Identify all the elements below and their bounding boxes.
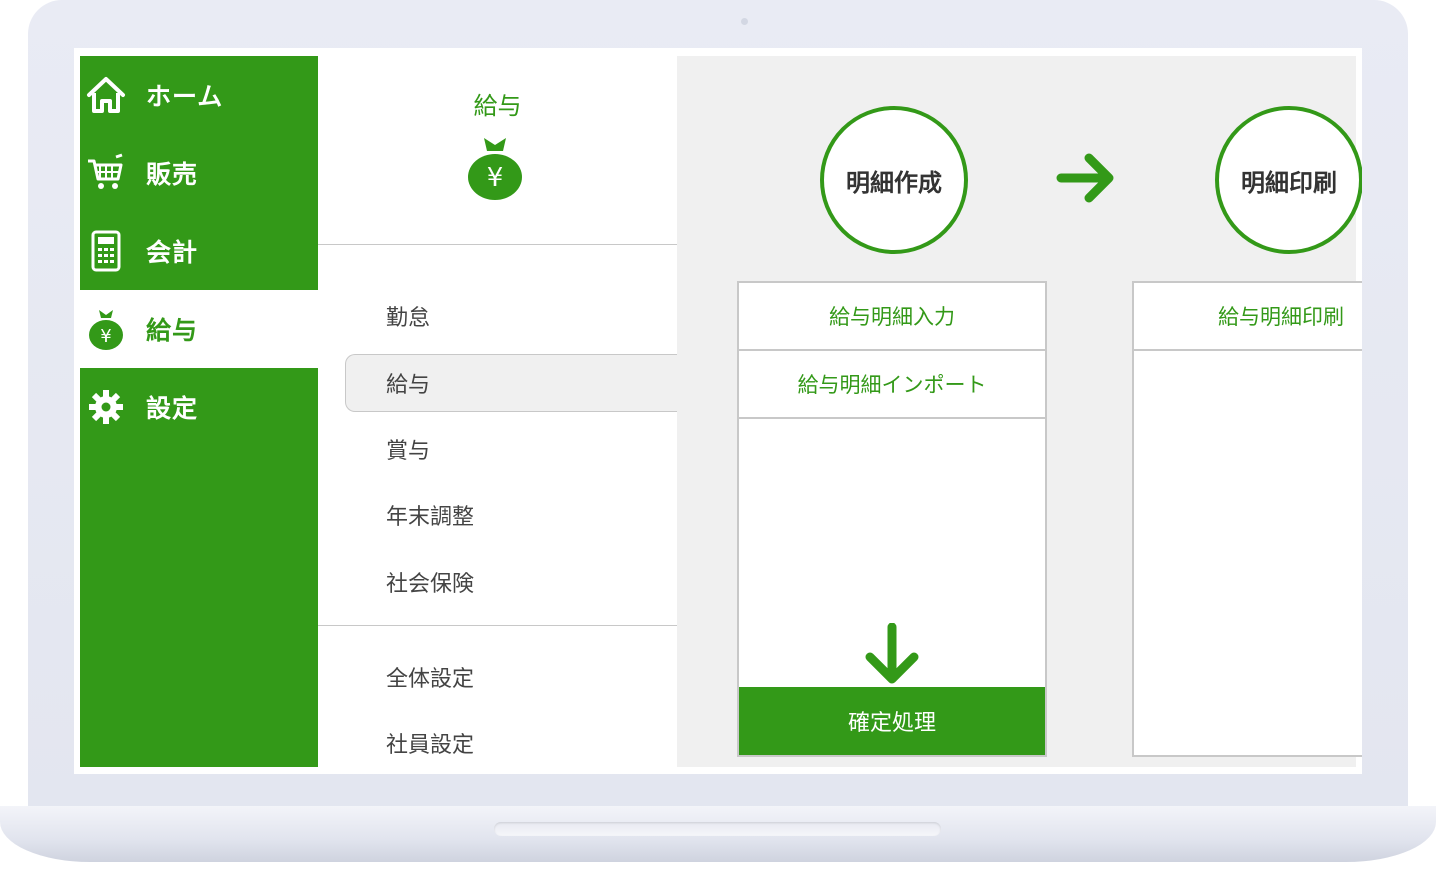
submenu-item-salary[interactable]: 給与 [386, 367, 430, 399]
submenu-divider [318, 625, 677, 626]
step-create-circle: 明細作成 [820, 106, 968, 254]
arrow-down-icon [865, 623, 919, 684]
sidebar-item-sales[interactable]: 販売 [80, 134, 318, 212]
payslip-import-button[interactable]: 給与明細インポート [739, 351, 1045, 419]
confirm-process-button[interactable]: 確定処理 [739, 687, 1045, 755]
yen-sign: ¥ [487, 163, 504, 193]
submenu-item-social-insurance[interactable]: 社会保険 [386, 566, 474, 598]
calculator-icon [84, 229, 128, 273]
submenu-item-year-end-adjustment[interactable]: 年末調整 [386, 499, 474, 531]
app-screen: ホーム 販売 会計 ¥ 給与 設定 給与 ¥ 勤怠 給与 賞与 年末調整 社会保… [74, 48, 1362, 774]
submenu-item-bonus[interactable]: 賞与 [386, 433, 430, 465]
submenu-header: 給与 ¥ [318, 56, 677, 245]
laptop-notch [494, 822, 941, 836]
submenu-item-employee-settings[interactable]: 社員設定 [386, 727, 474, 759]
sidebar-item-home[interactable]: ホーム [80, 56, 318, 134]
step-create-card: 給与明細入力 給与明細インポート 確定処理 [737, 281, 1047, 757]
money-bag-icon: ¥ [84, 307, 128, 351]
submenu-panel: 給与 ¥ 勤怠 給与 賞与 年末調整 社会保険 全体設定 社員設定 [318, 56, 680, 767]
submenu-item-attendance[interactable]: 勤怠 [386, 300, 430, 332]
yen-sign: ¥ [100, 326, 111, 347]
step-print-circle: 明細印刷 [1215, 106, 1362, 254]
money-bag-icon: ¥ [468, 138, 522, 200]
sidebar-item-label: 販売 [146, 160, 199, 189]
workflow-panel: 明細作成 明細印刷 給与明細入力 給与明細インポート 確定処理 給与明細印刷 [677, 56, 1362, 767]
submenu-title: 給与 [473, 92, 522, 120]
sidebar-item-payroll[interactable]: ¥ 給与 [80, 290, 318, 368]
sidebar-item-label: ホーム [146, 82, 224, 111]
sidebar-item-accounting[interactable]: 会計 [80, 212, 318, 290]
home-icon [84, 73, 128, 117]
sidebar-item-label: 会計 [146, 238, 199, 267]
sidebar-item-label: 設定 [146, 394, 199, 423]
payslip-print-button[interactable]: 給与明細印刷 [1134, 283, 1362, 351]
submenu-item-general-settings[interactable]: 全体設定 [386, 661, 474, 693]
sidebar-item-settings[interactable]: 設定 [80, 368, 318, 446]
sidebar: ホーム 販売 会計 ¥ 給与 設定 [80, 56, 318, 767]
camera-dot [741, 18, 748, 25]
gear-icon [84, 385, 128, 429]
sidebar-item-label: 給与 [146, 316, 199, 345]
cart-icon [84, 151, 128, 195]
step-print-card: 給与明細印刷 [1132, 281, 1362, 757]
arrow-right-icon [1056, 153, 1114, 203]
payslip-input-button[interactable]: 給与明細入力 [739, 283, 1045, 351]
